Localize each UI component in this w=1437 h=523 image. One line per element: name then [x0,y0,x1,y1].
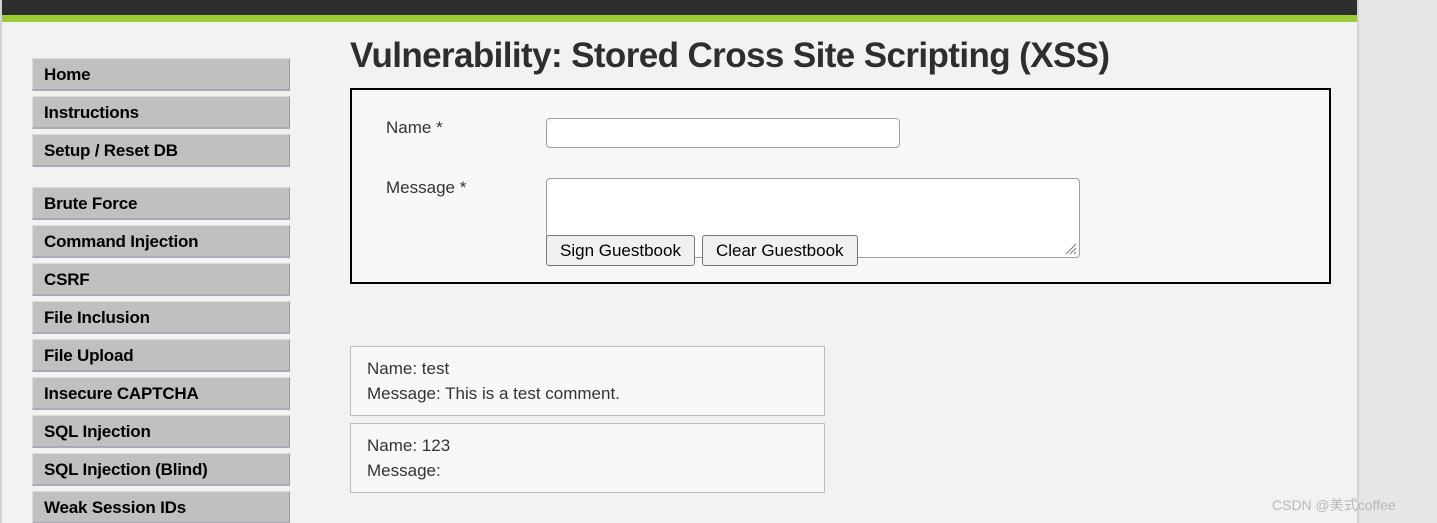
sidebar-item-sql-injection-blind[interactable]: SQL Injection (Blind) [32,453,290,486]
name-field-row: Name * [386,118,900,148]
form-button-row: Sign Guestbook Clear Guestbook [546,235,858,266]
name-label: Name * [386,118,443,137]
sidebar-item-instructions[interactable]: Instructions [32,96,290,129]
clear-guestbook-button[interactable]: Clear Guestbook [701,235,858,266]
main-content: Vulnerability: Stored Cross Site Scripti… [350,36,1332,284]
page-title: Vulnerability: Stored Cross Site Scripti… [350,36,1110,75]
sidebar-group-vulnerabilities: Brute Force Command Injection CSRF File … [32,187,290,523]
guestbook-entries-list: Name: test Message: This is a test comme… [350,346,825,500]
top-green-accent-bar [2,15,1357,22]
guestbook-entry-message: Message: [367,461,441,480]
sidebar-item-csrf[interactable]: CSRF [32,263,290,296]
guestbook-entry: Name: 123 Message: [350,423,825,493]
more-information-heading: More Information [350,519,574,523]
sidebar-group-primary: Home Instructions Setup / Reset DB [32,58,290,167]
name-input[interactable] [546,118,900,148]
sidebar-item-weak-session-ids[interactable]: Weak Session IDs [32,491,290,523]
sidebar-item-home[interactable]: Home [32,58,290,91]
guestbook-form-panel: Name * Message * Sign Guestbook Clear Gu… [350,88,1331,284]
guestbook-entry-message: Message: This is a test comment. [367,384,620,403]
message-label: Message * [386,178,467,197]
sidebar-item-file-upload[interactable]: File Upload [32,339,290,372]
guestbook-entry-name: Name: 123 [367,436,451,455]
csdn-watermark: CSDN @美式coffee [1272,497,1396,513]
guestbook-entry-name: Name: test [367,359,450,378]
sign-guestbook-button[interactable]: Sign Guestbook [546,235,695,266]
page-container: Home Instructions Setup / Reset DB Brute… [0,0,1359,523]
guestbook-entry: Name: test Message: This is a test comme… [350,346,825,416]
sidebar-item-insecure-captcha[interactable]: Insecure CAPTCHA [32,377,290,410]
top-dark-bar [2,0,1357,15]
sidebar-item-sql-injection[interactable]: SQL Injection [32,415,290,448]
sidebar-item-file-inclusion[interactable]: File Inclusion [32,301,290,334]
sidebar-item-setup-reset-db[interactable]: Setup / Reset DB [32,134,290,167]
sidebar-nav: Home Instructions Setup / Reset DB Brute… [32,58,290,523]
sidebar-item-brute-force[interactable]: Brute Force [32,187,290,220]
sidebar-item-command-injection[interactable]: Command Injection [32,225,290,258]
